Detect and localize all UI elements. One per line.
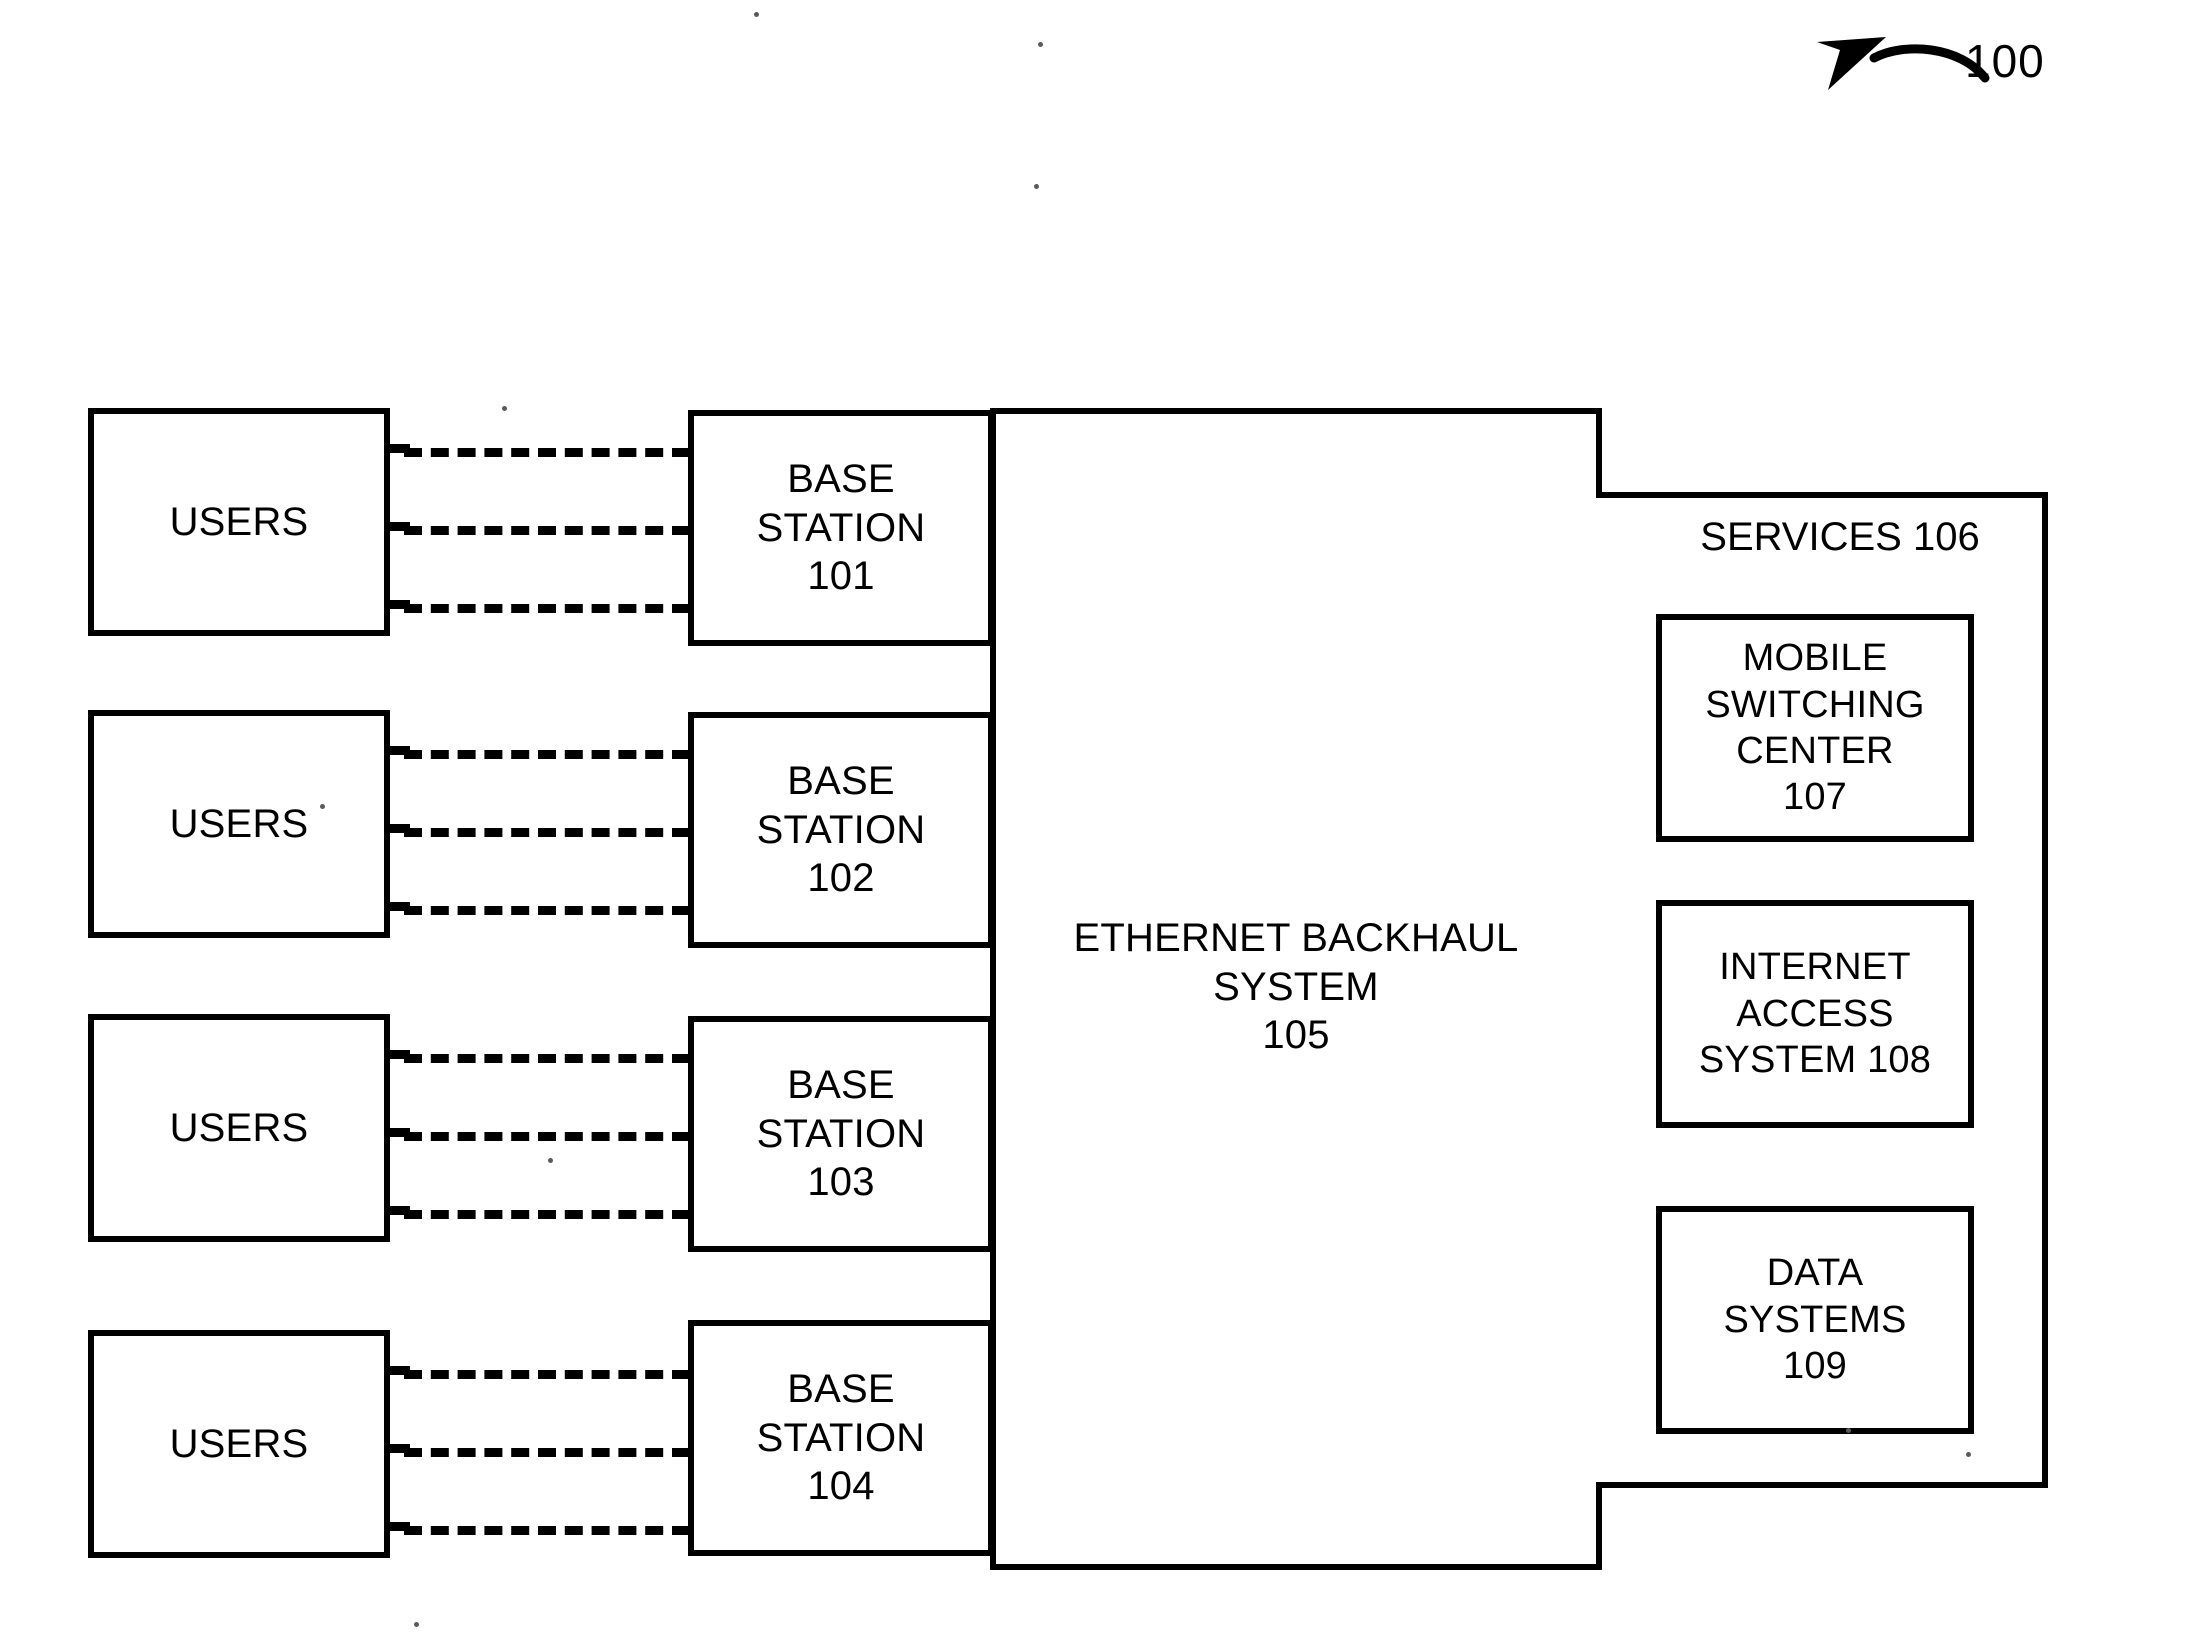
scan-speck [548, 1158, 553, 1163]
connector-users-2-base-station-102-b [404, 828, 690, 837]
scan-speck [1966, 1452, 1971, 1457]
internet-access-system-box: INTERNET ACCESS SYSTEM 108 [1656, 900, 1974, 1128]
connector-users-4-base-station-104-a [404, 1370, 690, 1379]
connector-users-3-base-station-103-b [404, 1132, 690, 1141]
mobile-switching-center-box: MOBILE SWITCHING CENTER 107 [1656, 614, 1974, 842]
users-label-2: USERS [169, 801, 309, 846]
base-station-label-103: BASE STATION 103 [756, 1062, 926, 1205]
connector-users-4-base-station-104-b [404, 1448, 690, 1457]
base-station-box-102: BASE STATION 102 [688, 712, 994, 948]
scan-speck [1846, 1428, 1851, 1433]
figure-canvas: 100 ETHERNET BACKHAUL SYSTEM 105 SERVICE… [0, 0, 2198, 1648]
scan-speck [502, 406, 507, 411]
connector-users-1-base-station-101-a [404, 448, 690, 457]
connector-users-1-base-station-101-b [404, 526, 690, 535]
base-station-label-102: BASE STATION 102 [756, 758, 926, 901]
users-label-4: USERS [169, 1421, 309, 1466]
internet-access-system-label: INTERNET ACCESS SYSTEM 108 [1698, 946, 1932, 1082]
base-station-box-101: BASE STATION 101 [688, 410, 994, 646]
base-station-label-101: BASE STATION 101 [756, 456, 926, 599]
scan-speck [1034, 184, 1039, 189]
users-box-3: USERS [88, 1014, 390, 1242]
scan-speck [1038, 42, 1043, 47]
data-systems-box: DATA SYSTEMS 109 [1656, 1206, 1974, 1434]
users-box-4: USERS [88, 1330, 390, 1558]
base-station-box-104: BASE STATION 104 [688, 1320, 994, 1556]
services-panel-title: SERVICES 106 [1700, 515, 1980, 559]
connector-users-2-base-station-102-a [404, 750, 690, 759]
scan-speck [414, 1622, 419, 1627]
users-box-1: USERS [88, 408, 390, 636]
scan-speck [320, 804, 325, 809]
ethernet-backhaul-system-label: ETHERNET BACKHAUL SYSTEM 105 [1073, 915, 1519, 1058]
curved-arrow-left-icon [1817, 37, 1990, 90]
data-systems-label: DATA SYSTEMS 109 [1723, 1252, 1907, 1388]
connector-users-4-base-station-104-c [404, 1526, 690, 1535]
connector-users-1-base-station-101-c [404, 604, 690, 613]
base-station-box-103: BASE STATION 103 [688, 1016, 994, 1252]
connector-users-3-base-station-103-c [404, 1210, 690, 1219]
scan-speck [754, 12, 759, 17]
users-box-2: USERS [88, 710, 390, 938]
mobile-switching-center-label: MOBILE SWITCHING CENTER 107 [1705, 637, 1925, 819]
connector-users-2-base-station-102-c [404, 906, 690, 915]
ethernet-backhaul-system-box: ETHERNET BACKHAUL SYSTEM 105 [990, 408, 1602, 1570]
users-label-1: USERS [169, 499, 309, 544]
base-station-label-104: BASE STATION 104 [756, 1366, 926, 1509]
figure-number-label: 100 [1965, 35, 2045, 87]
users-label-3: USERS [169, 1105, 309, 1150]
connector-users-3-base-station-103-a [404, 1054, 690, 1063]
figure-reference-arrow [1800, 20, 2120, 130]
